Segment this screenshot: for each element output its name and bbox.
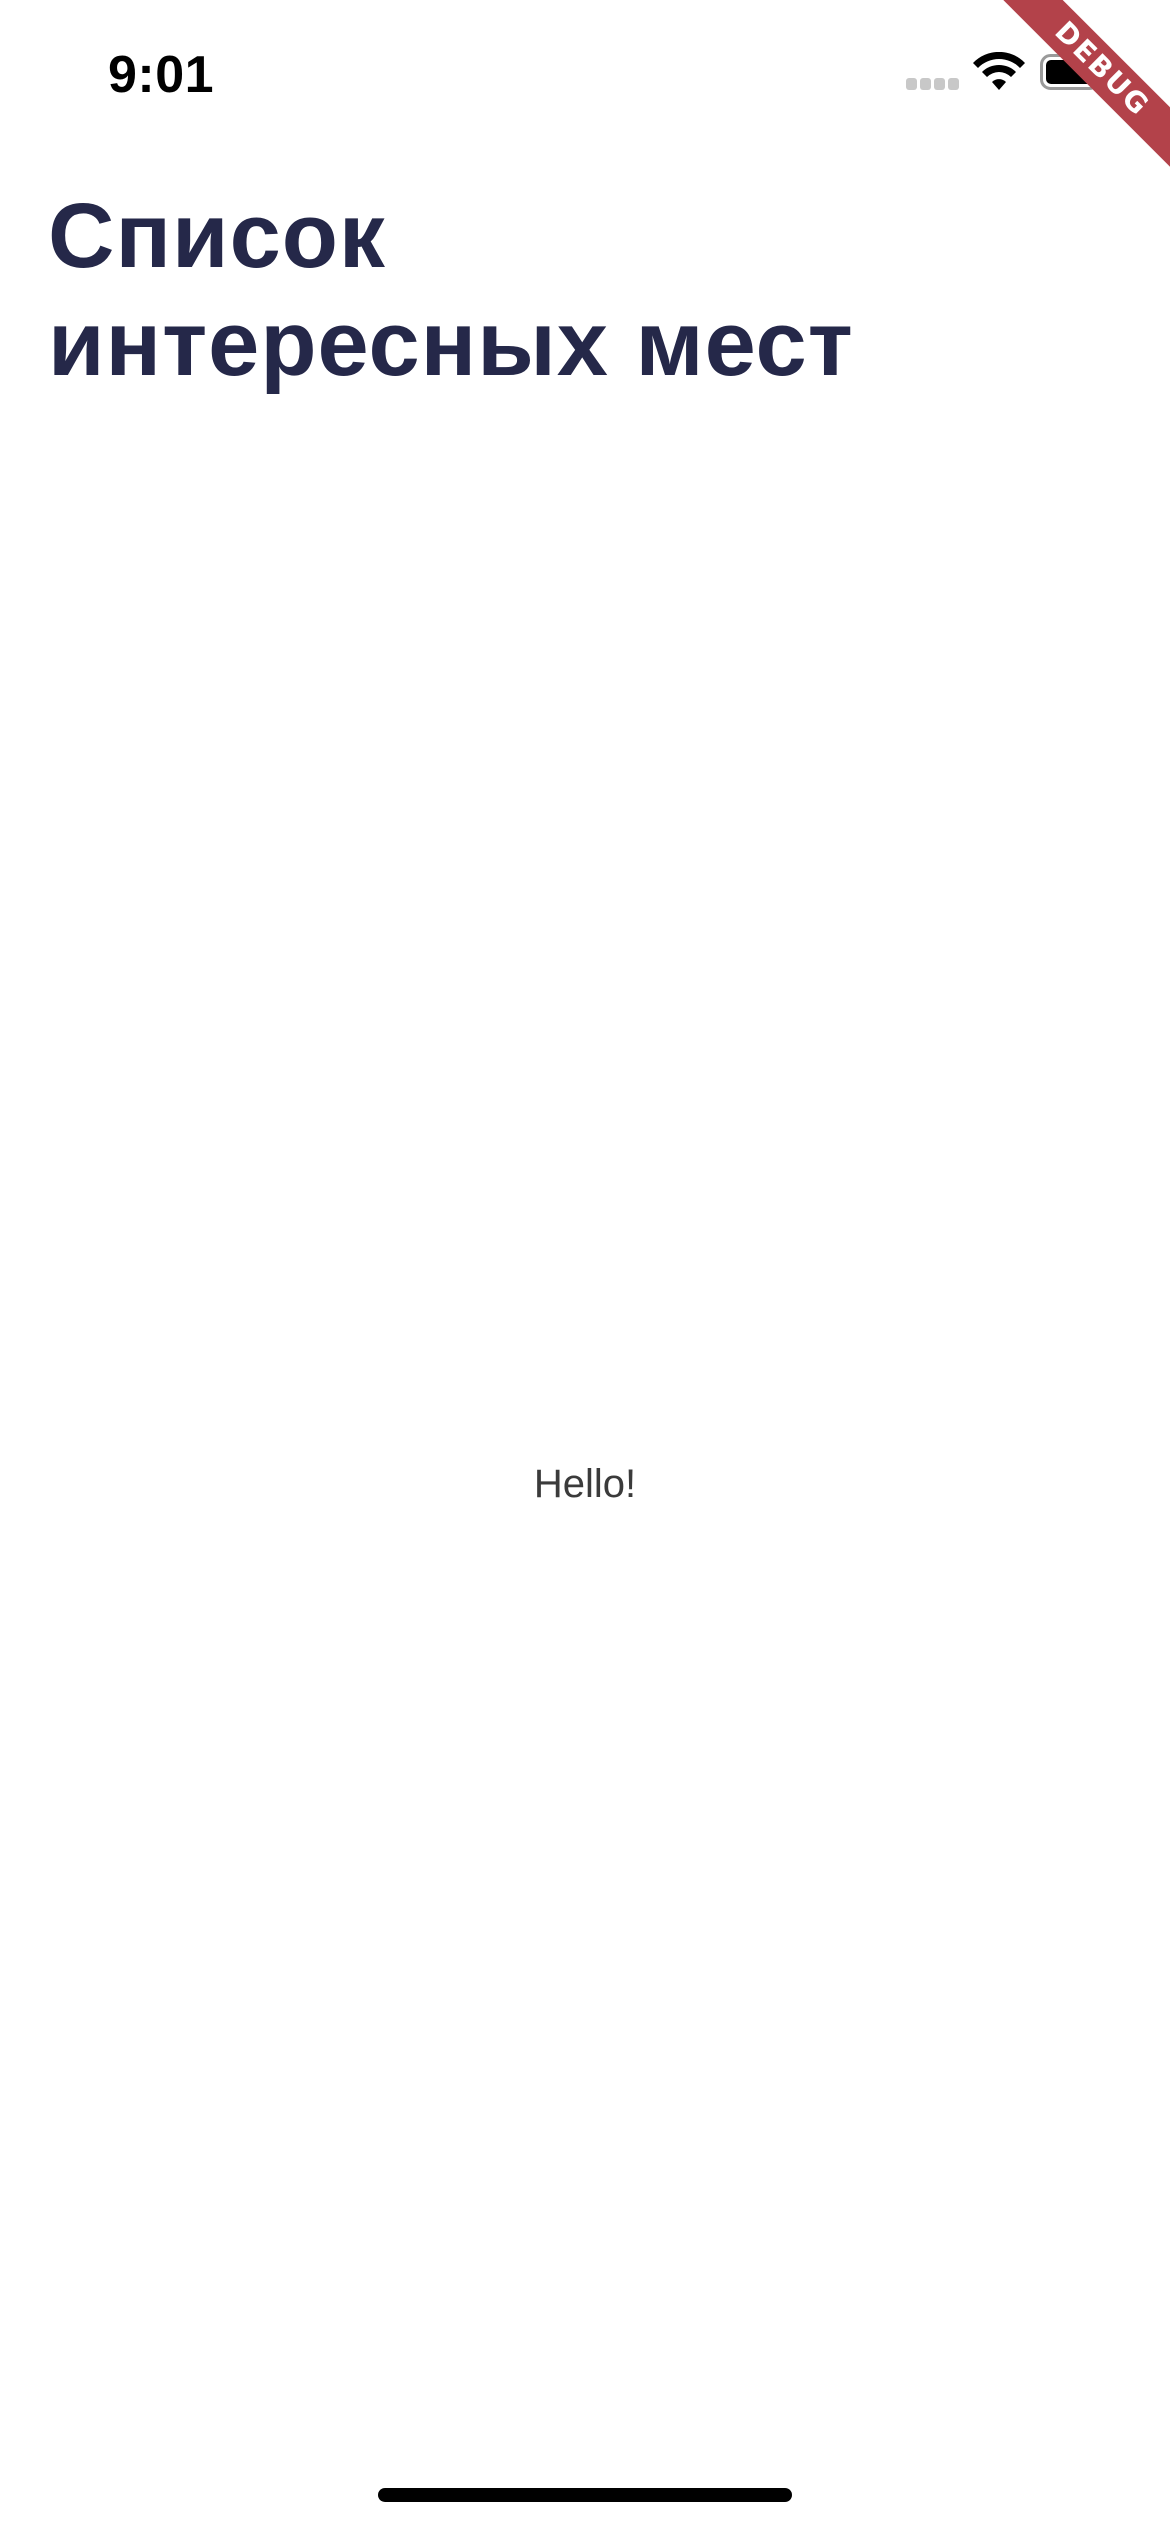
status-time: 9:01 — [108, 46, 215, 104]
hello-text: Hello! — [533, 1462, 637, 1506]
debug-label: DEBUG — [995, 0, 1170, 176]
page-title: Список интересных мест — [48, 182, 1048, 398]
page-title-line-1: Список — [48, 185, 386, 287]
page-title-line-2: интересных мест — [48, 293, 854, 395]
signal-icon — [906, 78, 960, 90]
home-indicator[interactable] — [378, 2488, 792, 2502]
debug-banner: DEBUG — [990, 0, 1170, 180]
